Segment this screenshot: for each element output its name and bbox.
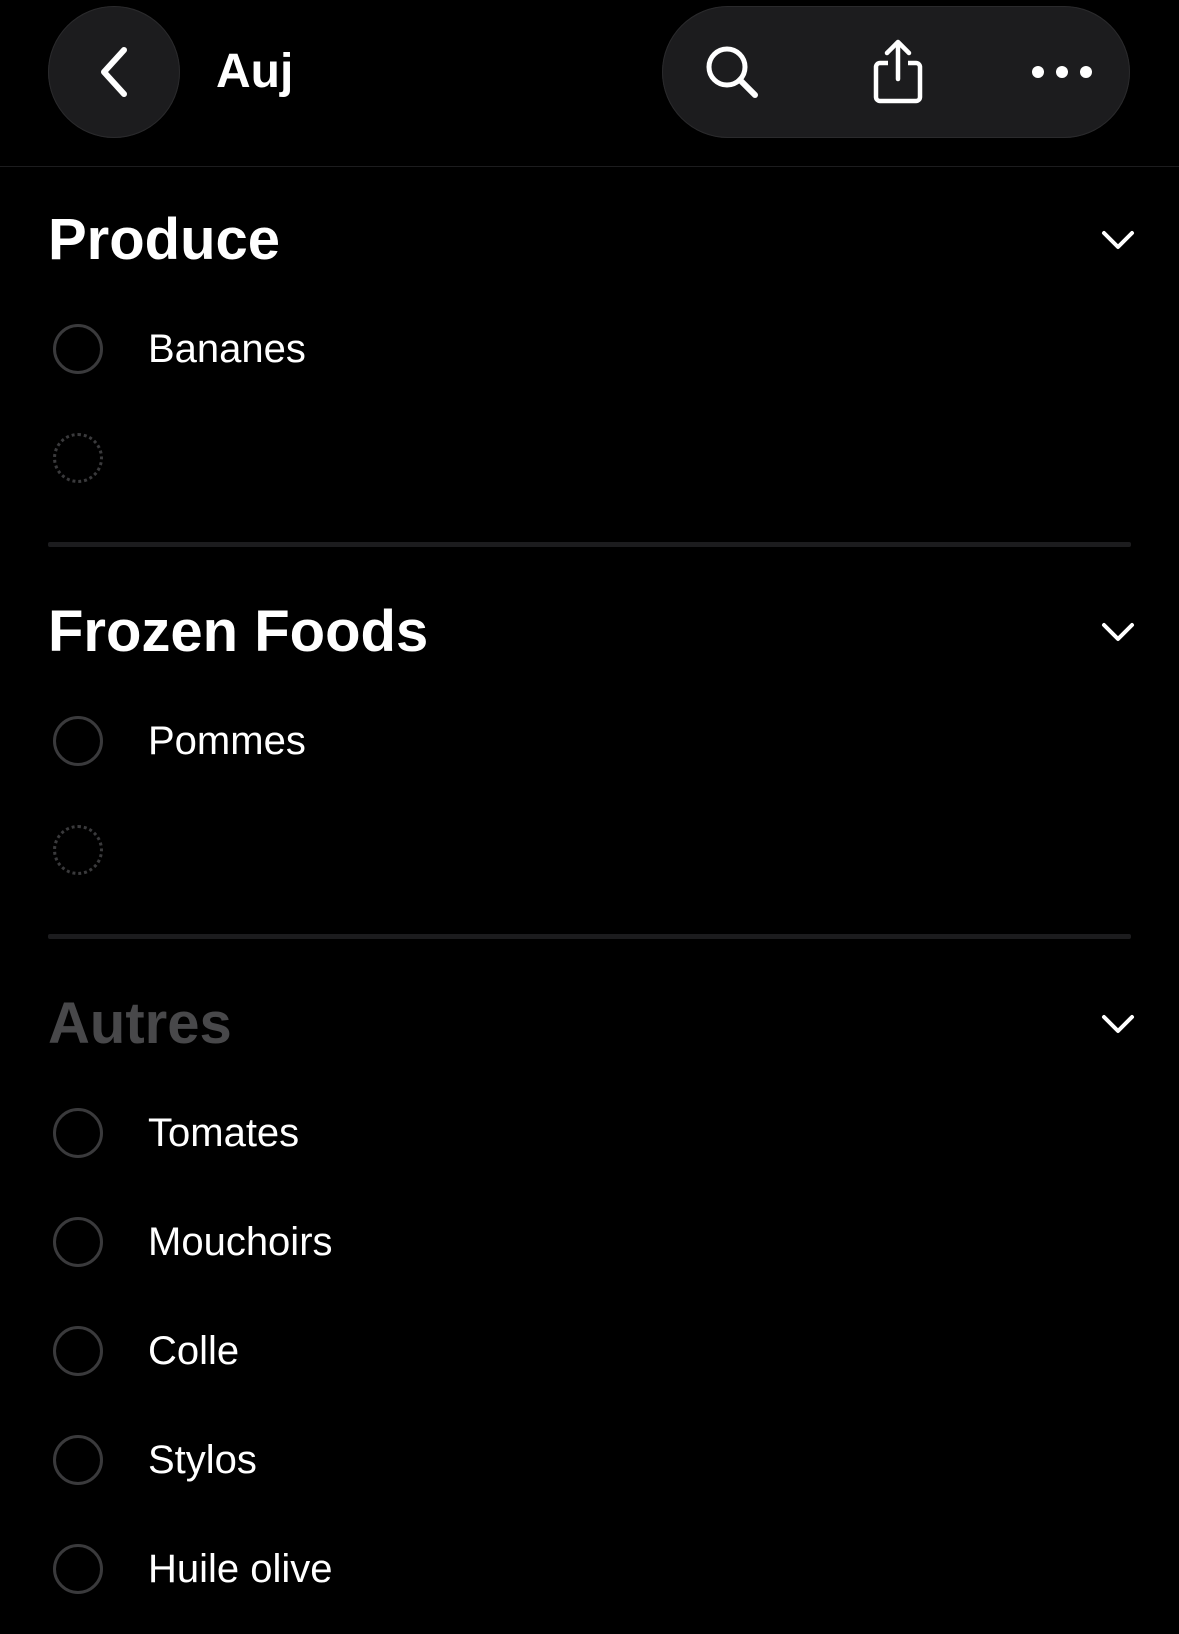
checkbox-circle[interactable] xyxy=(53,716,103,766)
chevron-down-icon xyxy=(1102,231,1134,249)
item-label: Huile olive xyxy=(148,1547,333,1591)
item-label: Bananes xyxy=(148,327,306,371)
chevron-down-icon xyxy=(1102,1015,1134,1033)
collapse-button[interactable] xyxy=(1096,218,1140,262)
share-button[interactable] xyxy=(858,32,938,112)
section-title: Produce xyxy=(48,207,281,272)
action-toolbar xyxy=(662,6,1130,138)
section-produce: Produce Bananes xyxy=(0,166,1179,552)
item-label: Pommes xyxy=(148,719,306,763)
section-divider xyxy=(48,542,1131,547)
collapse-button[interactable] xyxy=(1096,1002,1140,1046)
section-title: Autres xyxy=(48,991,232,1056)
item-label: Stylos xyxy=(148,1438,257,1482)
more-icon xyxy=(1032,66,1092,78)
add-item-circle[interactable] xyxy=(53,433,103,483)
back-button[interactable] xyxy=(48,6,180,138)
chevron-left-icon xyxy=(101,47,127,97)
page-title: Auj xyxy=(216,45,294,98)
section-frozen-foods: Frozen Foods Pommes xyxy=(0,558,1179,944)
checkbox-circle[interactable] xyxy=(53,1544,103,1594)
checkbox-circle[interactable] xyxy=(53,324,103,374)
navigation-bar: Auj xyxy=(0,0,1179,167)
chevron-down-icon xyxy=(1102,623,1134,641)
item-label: Colle xyxy=(148,1329,240,1373)
checkbox-circle[interactable] xyxy=(53,1435,103,1485)
item-label: Tomates xyxy=(148,1111,300,1155)
list-item[interactable]: Stylos xyxy=(0,1408,1179,1517)
collapse-button[interactable] xyxy=(1096,610,1140,654)
item-label: Mouchoirs xyxy=(148,1220,333,1264)
add-item-circle[interactable] xyxy=(53,825,103,875)
checkbox-circle[interactable] xyxy=(53,1108,103,1158)
list-item[interactable]: Bananes xyxy=(0,297,1179,406)
checkbox-circle[interactable] xyxy=(53,1326,103,1376)
list-item[interactable]: Pommes xyxy=(0,689,1179,798)
new-item-row[interactable] xyxy=(0,406,1179,515)
search-icon xyxy=(706,46,758,98)
section-title: Frozen Foods xyxy=(48,599,429,664)
section-divider xyxy=(48,934,1131,939)
section-autres: Autres Tomates Mouchoirs Colle Stylos Hu… xyxy=(0,950,1179,1634)
new-item-row[interactable] xyxy=(0,798,1179,907)
list-item[interactable]: Colle xyxy=(0,1299,1179,1408)
search-button[interactable] xyxy=(692,32,772,112)
share-icon xyxy=(873,39,923,104)
list-item[interactable]: Huile olive xyxy=(0,1517,1179,1626)
list-item[interactable]: Tomates xyxy=(0,1081,1179,1190)
checkbox-circle[interactable] xyxy=(53,1217,103,1267)
list-item[interactable]: Mouchoirs xyxy=(0,1190,1179,1299)
more-button[interactable] xyxy=(1022,32,1102,112)
